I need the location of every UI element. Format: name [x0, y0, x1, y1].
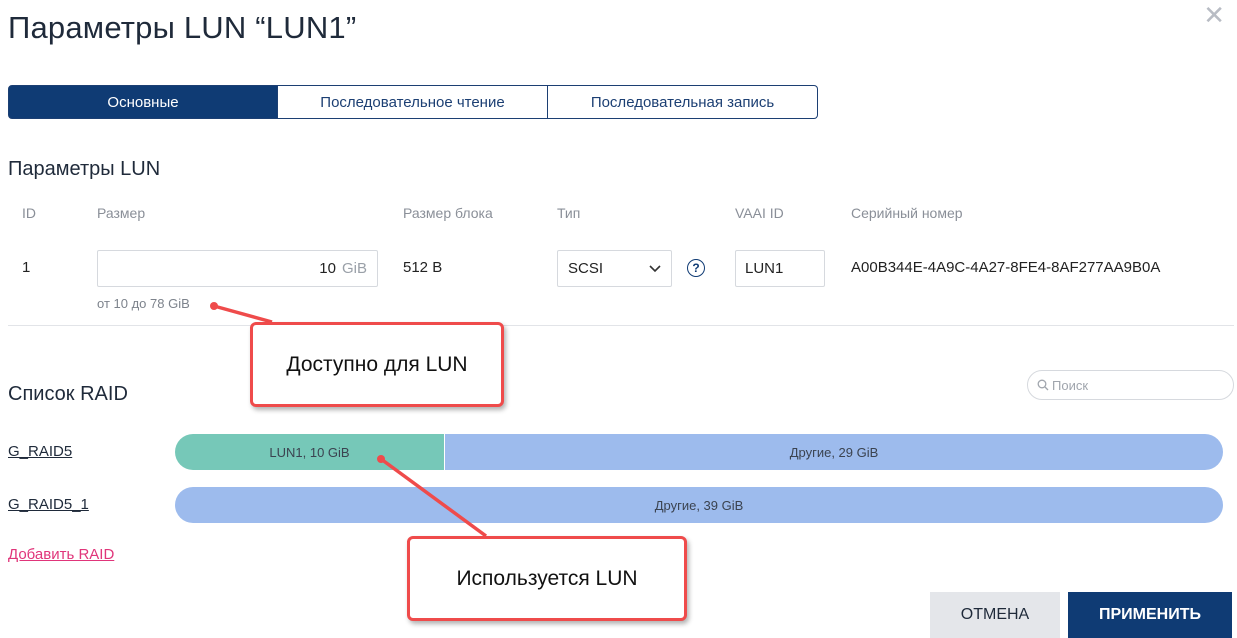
cancel-button[interactable]: ОТМЕНА [930, 592, 1060, 638]
callout-used: Используется LUN [407, 536, 687, 621]
callout-line [379, 457, 488, 538]
apply-button[interactable]: ПРИМЕНИТЬ [1068, 592, 1232, 638]
callout-line [213, 304, 273, 324]
callout-available: Доступно для LUN [250, 322, 504, 407]
